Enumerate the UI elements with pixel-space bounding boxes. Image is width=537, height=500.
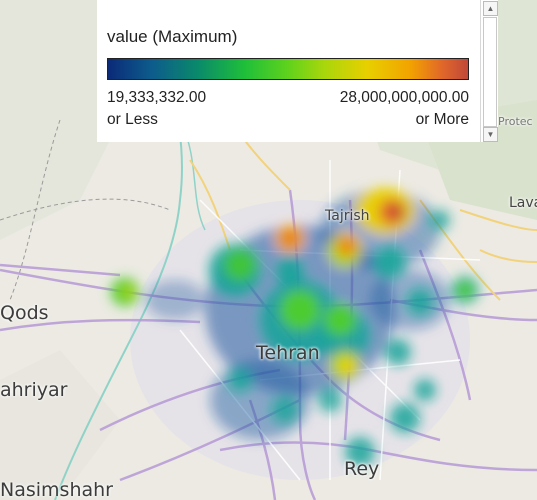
legend-max-value: 28,000,000,000.00 [339, 89, 469, 106]
legend-title: value (Maximum) [107, 27, 238, 46]
scroll-down-icon[interactable]: ▼ [483, 127, 498, 142]
place-label-protected: Protec [498, 115, 533, 128]
place-label-tehran: Tehran [256, 342, 320, 364]
place-label-shahriyar: ahriyar [0, 379, 68, 401]
legend-panel: value (Maximum) 19,333,332.00 or Less 28… [97, 0, 497, 142]
legend-color-gradient [107, 58, 469, 80]
scroll-up-icon[interactable]: ▲ [483, 1, 498, 16]
legend-min-value: 19,333,332.00 [107, 89, 207, 106]
place-label-lavasan: Lava [509, 195, 537, 211]
place-label-rey: Rey [344, 458, 380, 480]
place-label-tajrish: Tajrish [325, 208, 370, 224]
scrollbar-track[interactable] [483, 17, 497, 127]
place-label-qods: Qods [0, 302, 49, 324]
map-canvas[interactable]: Tehran Tajrish Qods ahriyar Nasimshahr R… [0, 0, 537, 500]
legend-scrollbar[interactable]: ▲ ▼ [480, 0, 498, 142]
legend-min-caption: or Less [107, 111, 158, 128]
legend-max-caption: or More [415, 111, 469, 128]
place-label-nasimshahr: Nasimshahr [0, 479, 113, 500]
